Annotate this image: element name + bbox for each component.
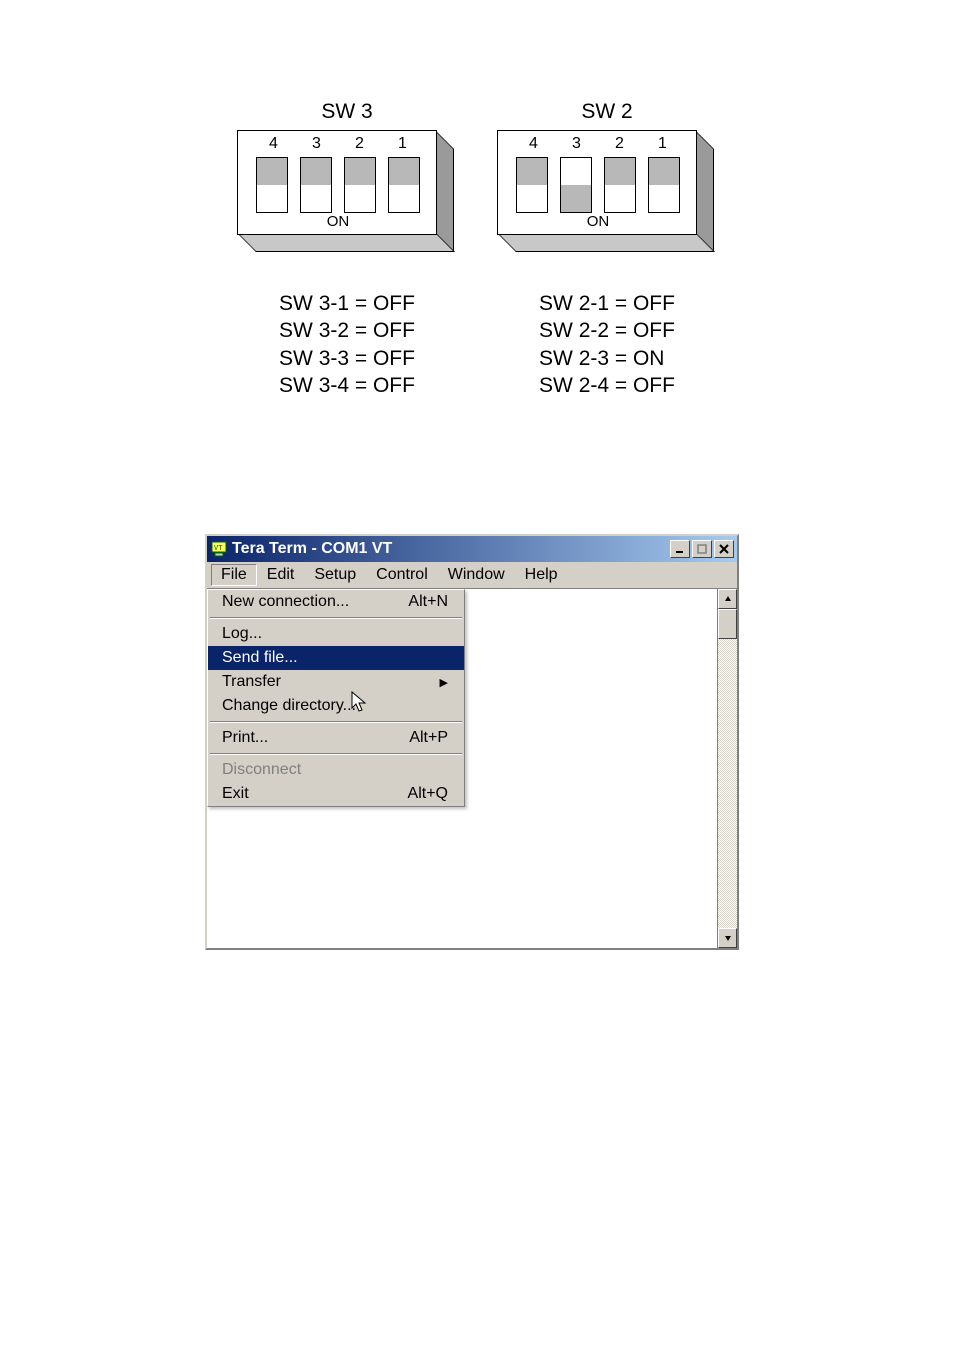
menu-item-label: Disconnect <box>222 761 301 779</box>
dip-state-line: SW 2-3 = ON <box>539 345 675 372</box>
dip-state-line: SW 3-4 = OFF <box>279 372 415 399</box>
scroll-up-button[interactable] <box>718 589 737 609</box>
menu-file[interactable]: File <box>211 564 257 586</box>
scroll-thumb[interactable] <box>718 609 737 639</box>
window-title: Tera Term - COM1 VT <box>232 540 670 558</box>
file-menu-dropdown: New connection... Alt+N Log... Send file… <box>207 589 465 807</box>
dip-num: 4 <box>529 135 538 153</box>
dip-slot <box>560 157 592 213</box>
scroll-track[interactable] <box>718 609 737 928</box>
dip-slot <box>604 157 636 213</box>
minimize-button[interactable] <box>670 540 690 558</box>
menu-help[interactable]: Help <box>515 564 568 586</box>
dip-sw3-title: SW 3 <box>321 100 372 124</box>
dip-state-line: SW 2-4 = OFF <box>539 372 675 399</box>
dip-slot <box>648 157 680 213</box>
menu-send-file[interactable]: Send file... <box>208 646 464 670</box>
menu-edit[interactable]: Edit <box>257 564 305 586</box>
dip-sw3-states: SW 3-1 = OFF SW 3-2 = OFF SW 3-3 = OFF S… <box>279 290 415 399</box>
dip-on-label: ON <box>238 213 438 230</box>
dip-sw3: SW 3 4 3 2 1 ON SW 3-1 = OFF SW 3-2 = OF… <box>237 100 457 399</box>
menu-separator <box>210 753 462 755</box>
menu-transfer[interactable]: Transfer ▶ <box>208 670 464 694</box>
menu-separator <box>210 617 462 619</box>
dip-num: 1 <box>398 135 407 153</box>
menu-window[interactable]: Window <box>438 564 515 586</box>
dip-num: 1 <box>658 135 667 153</box>
dip-state-line: SW 3-2 = OFF <box>279 317 415 344</box>
dip-switch-diagram: SW 3 4 3 2 1 ON SW 3-1 = OFF SW 3-2 = OF… <box>0 100 954 399</box>
menubar: File Edit Setup Control Window Help <box>207 562 737 588</box>
dip-state-line: SW 2-1 = OFF <box>539 290 675 317</box>
dip-num: 2 <box>355 135 364 153</box>
dip-slot <box>516 157 548 213</box>
titlebar[interactable]: VT Tera Term - COM1 VT <box>207 536 737 562</box>
dip-sw2-title: SW 2 <box>581 100 632 124</box>
menu-item-label: Change directory... <box>222 697 356 715</box>
dip-slot <box>388 157 420 213</box>
close-button[interactable] <box>714 540 734 558</box>
dip-state-line: SW 3-1 = OFF <box>279 290 415 317</box>
menu-item-shortcut: Alt+Q <box>408 785 448 803</box>
menu-item-label: Transfer <box>222 673 281 691</box>
vertical-scrollbar[interactable] <box>717 589 737 948</box>
maximize-button[interactable] <box>692 540 712 558</box>
dip-sw2-body: 4 3 2 1 ON <box>497 130 717 260</box>
terminal-client-area: New connection... Alt+N Log... Send file… <box>207 588 737 948</box>
dip-on-label: ON <box>498 213 698 230</box>
menu-item-label: New connection... <box>222 593 349 611</box>
menu-item-label: Print... <box>222 729 268 747</box>
app-icon: VT <box>210 540 228 558</box>
dip-slot <box>256 157 288 213</box>
menu-exit[interactable]: Exit Alt+Q <box>208 782 464 806</box>
menu-item-label: Log... <box>222 625 262 643</box>
dip-slot <box>344 157 376 213</box>
teraterm-window: VT Tera Term - COM1 VT File Edit Setup C… <box>205 534 739 950</box>
menu-item-shortcut: Alt+P <box>409 729 448 747</box>
menu-item-shortcut: Alt+N <box>408 593 448 611</box>
scroll-down-button[interactable] <box>718 928 737 948</box>
menu-item-label: Exit <box>222 785 249 803</box>
menu-print[interactable]: Print... Alt+P <box>208 726 464 750</box>
dip-slot <box>300 157 332 213</box>
menu-change-directory[interactable]: Change directory... <box>208 694 464 718</box>
menu-new-connection[interactable]: New connection... Alt+N <box>208 590 464 614</box>
dip-sw3-body: 4 3 2 1 ON <box>237 130 457 260</box>
menu-setup[interactable]: Setup <box>304 564 366 586</box>
menu-log[interactable]: Log... <box>208 622 464 646</box>
menu-disconnect[interactable]: Disconnect <box>208 758 464 782</box>
dip-sw2: SW 2 4 3 2 1 ON SW 2-1 = OFF SW 2-2 = OF… <box>497 100 717 399</box>
menu-item-label: Send file... <box>222 649 298 667</box>
dip-num: 2 <box>615 135 624 153</box>
dip-state-line: SW 2-2 = OFF <box>539 317 675 344</box>
submenu-arrow-icon: ▶ <box>440 676 448 689</box>
dip-num: 4 <box>269 135 278 153</box>
menu-control[interactable]: Control <box>366 564 438 586</box>
menu-separator <box>210 721 462 723</box>
svg-text:VT: VT <box>214 544 223 552</box>
dip-state-line: SW 3-3 = OFF <box>279 345 415 372</box>
dip-num: 3 <box>312 135 321 153</box>
dip-num: 3 <box>572 135 581 153</box>
dip-sw2-states: SW 2-1 = OFF SW 2-2 = OFF SW 2-3 = ON SW… <box>539 290 675 399</box>
